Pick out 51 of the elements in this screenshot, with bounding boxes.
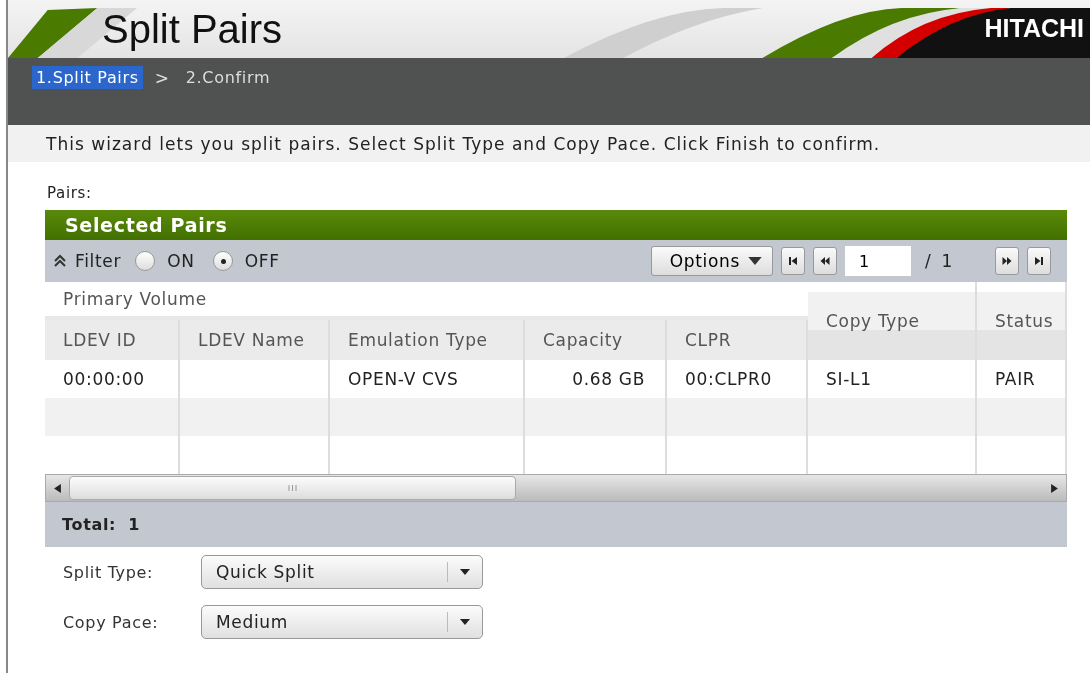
column-header: Emulation Type — [348, 330, 488, 350]
radio-button[interactable] — [135, 251, 156, 271]
column-header: LDEV ID — [63, 330, 137, 350]
caret-icon — [748, 257, 763, 265]
column-header: Capacity — [543, 330, 623, 350]
table-cell: 00:CLPR0 — [685, 369, 773, 389]
horizontal-scrollbar[interactable] — [45, 474, 1067, 502]
rewind-icon — [820, 256, 831, 266]
column-header: Status — [995, 311, 1054, 331]
wizard-title: Split Pairs — [102, 6, 283, 52]
filter-label: Filter — [75, 251, 122, 271]
wizard-step[interactable]: 2.Confirm — [181, 66, 275, 89]
previous-page-button[interactable] — [813, 247, 838, 275]
fast-forward-icon — [1002, 256, 1012, 266]
wizard-description: This wizard lets you split pairs. Select Split Type and Copy Pace. Click Finish to confirm. — [46, 133, 881, 154]
radio-button[interactable] — [212, 251, 233, 271]
radio-label: OFF — [244, 251, 280, 271]
column-header: LDEV Name — [198, 330, 305, 350]
first-page-icon — [788, 256, 799, 266]
logo: HITACHI — [984, 14, 1084, 43]
page-number-field[interactable]: 1 — [845, 246, 912, 276]
column-group-header: Primary Volume — [63, 289, 207, 309]
page-total: 1 — [941, 251, 953, 271]
page-separator: / — [925, 251, 932, 271]
table-cell: 00:00:00 — [63, 369, 145, 389]
field-label: Copy Pace: — [62, 612, 160, 632]
total-label: Total: — [62, 515, 117, 534]
table-cell: 0.68 GB — [572, 369, 645, 389]
dropdown[interactable]: Quick Split — [201, 555, 483, 589]
step-separator: > — [154, 67, 170, 88]
next-page-button[interactable] — [995, 247, 1019, 275]
table-cell: OPEN-V CVS — [348, 369, 459, 389]
last-page-icon — [1034, 256, 1044, 266]
column-header: Copy Type — [826, 311, 920, 331]
pairs-label: Pairs: — [47, 184, 93, 202]
last-page-button[interactable] — [1027, 247, 1051, 275]
options-button[interactable]: Options — [650, 246, 774, 276]
collapse-icon[interactable] — [53, 254, 67, 268]
caret-icon — [460, 569, 470, 575]
dropdown[interactable]: Medium — [201, 605, 483, 639]
wizard-step[interactable]: 1.Split Pairs — [32, 66, 143, 89]
table-cell: SI-L1 — [826, 369, 872, 389]
caret-icon — [460, 619, 470, 625]
radio-label: ON — [167, 251, 195, 271]
column-header: CLPR — [685, 330, 732, 350]
scrollbar-thumb[interactable] — [69, 476, 516, 500]
table-cell: PAIR — [995, 369, 1036, 389]
total-count: 1 — [128, 515, 141, 534]
field-label: Split Type: — [62, 562, 155, 582]
first-page-button[interactable] — [781, 247, 806, 275]
panel-title: Selected Pairs — [65, 214, 228, 236]
